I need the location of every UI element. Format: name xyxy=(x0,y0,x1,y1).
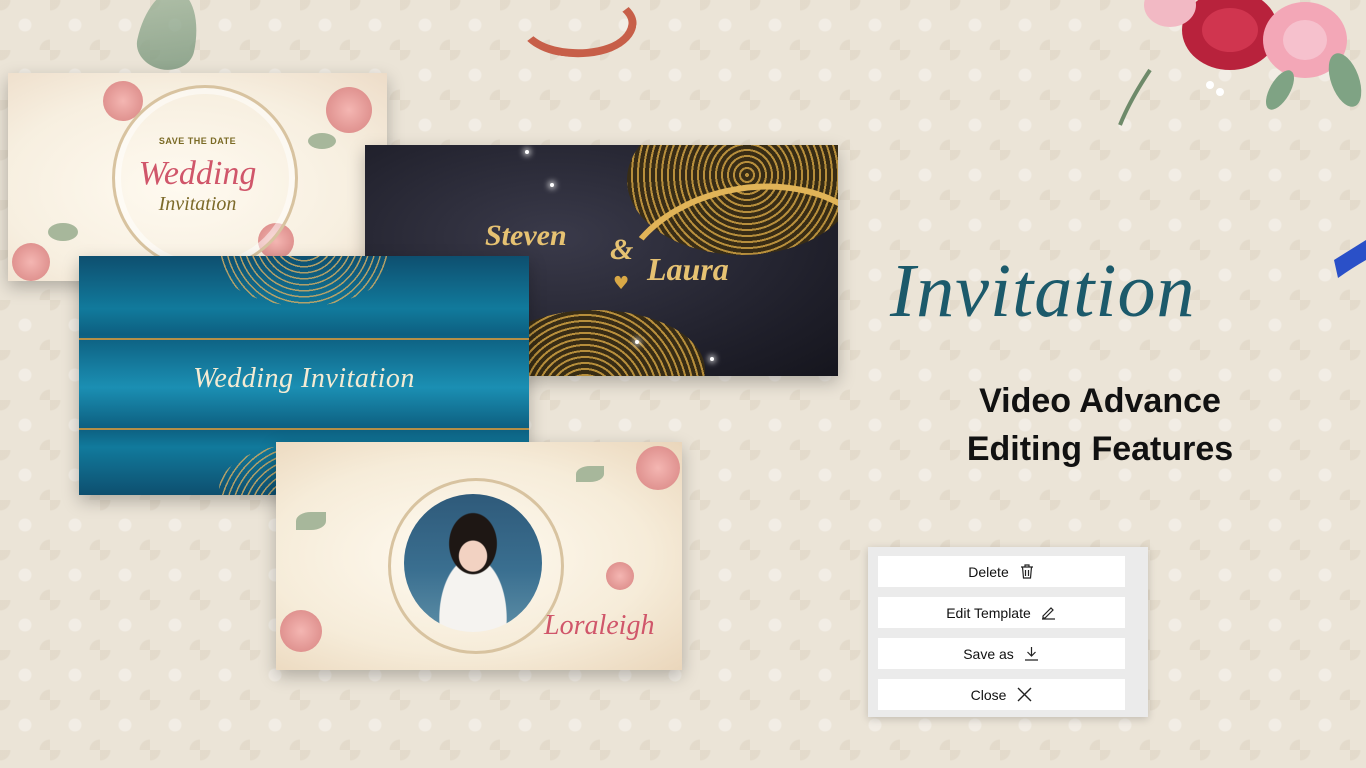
delete-label: Delete xyxy=(968,563,1009,580)
ribbon-decoration xyxy=(515,0,641,66)
wedding-title: Wedding xyxy=(138,155,257,192)
subheadline-line1: Video Advance xyxy=(979,382,1221,420)
bride-name-script: Loraleigh xyxy=(544,610,655,641)
save-as-label: Save as xyxy=(963,645,1014,662)
leaf-decoration xyxy=(48,223,78,241)
sparkle-decoration xyxy=(525,150,529,154)
ampersand: & xyxy=(610,233,634,266)
leaf-decoration xyxy=(576,466,604,482)
leaf-decoration xyxy=(296,512,326,530)
heart-icon: ♥ xyxy=(613,273,630,294)
close-icon xyxy=(1016,687,1032,703)
rose-decoration xyxy=(606,562,634,590)
save-the-date-card[interactable]: SAVE THE DATE Wedding Invitation xyxy=(8,73,387,281)
sparkle-decoration xyxy=(710,357,714,361)
wedding-invitation-title: Wedding Invitation xyxy=(193,363,415,394)
sparkle-decoration xyxy=(635,340,639,344)
mandala-decoration xyxy=(219,256,389,306)
groom-name: Steven xyxy=(485,219,567,252)
rose-decoration xyxy=(280,610,322,652)
blue-ribbon-decoration xyxy=(1334,240,1366,278)
bride-photo xyxy=(404,494,542,632)
pencil-icon xyxy=(1041,605,1057,621)
bride-name: Laura xyxy=(647,251,729,287)
subheadline-line2: Editing Features xyxy=(966,430,1234,468)
flower-bouquet-decoration xyxy=(1118,0,1362,126)
save-the-date-label: SAVE THE DATE xyxy=(158,136,237,146)
rose-decoration xyxy=(12,243,50,281)
trash-icon xyxy=(1019,564,1035,580)
leaf-decoration xyxy=(132,0,206,76)
headline-invitation: Invitation xyxy=(890,249,1196,333)
context-menu: Delete Edit Template Save as Close xyxy=(868,547,1148,717)
edit-template-menu-item[interactable]: Edit Template xyxy=(878,597,1125,628)
close-menu-item[interactable]: Close xyxy=(878,679,1125,710)
photo-invitation-card[interactable]: Loraleigh xyxy=(276,442,682,670)
rose-decoration xyxy=(326,87,372,133)
close-label: Close xyxy=(970,686,1007,703)
edit-template-label: Edit Template xyxy=(946,604,1031,621)
download-icon xyxy=(1024,646,1040,662)
gold-divider xyxy=(79,338,529,340)
sparkle-decoration xyxy=(550,183,554,187)
save-as-menu-item[interactable]: Save as xyxy=(878,638,1125,669)
rose-decoration xyxy=(636,446,680,490)
delete-menu-item[interactable]: Delete xyxy=(878,556,1125,587)
invitation-subtitle: Invitation xyxy=(158,193,237,215)
gold-divider xyxy=(79,428,529,430)
